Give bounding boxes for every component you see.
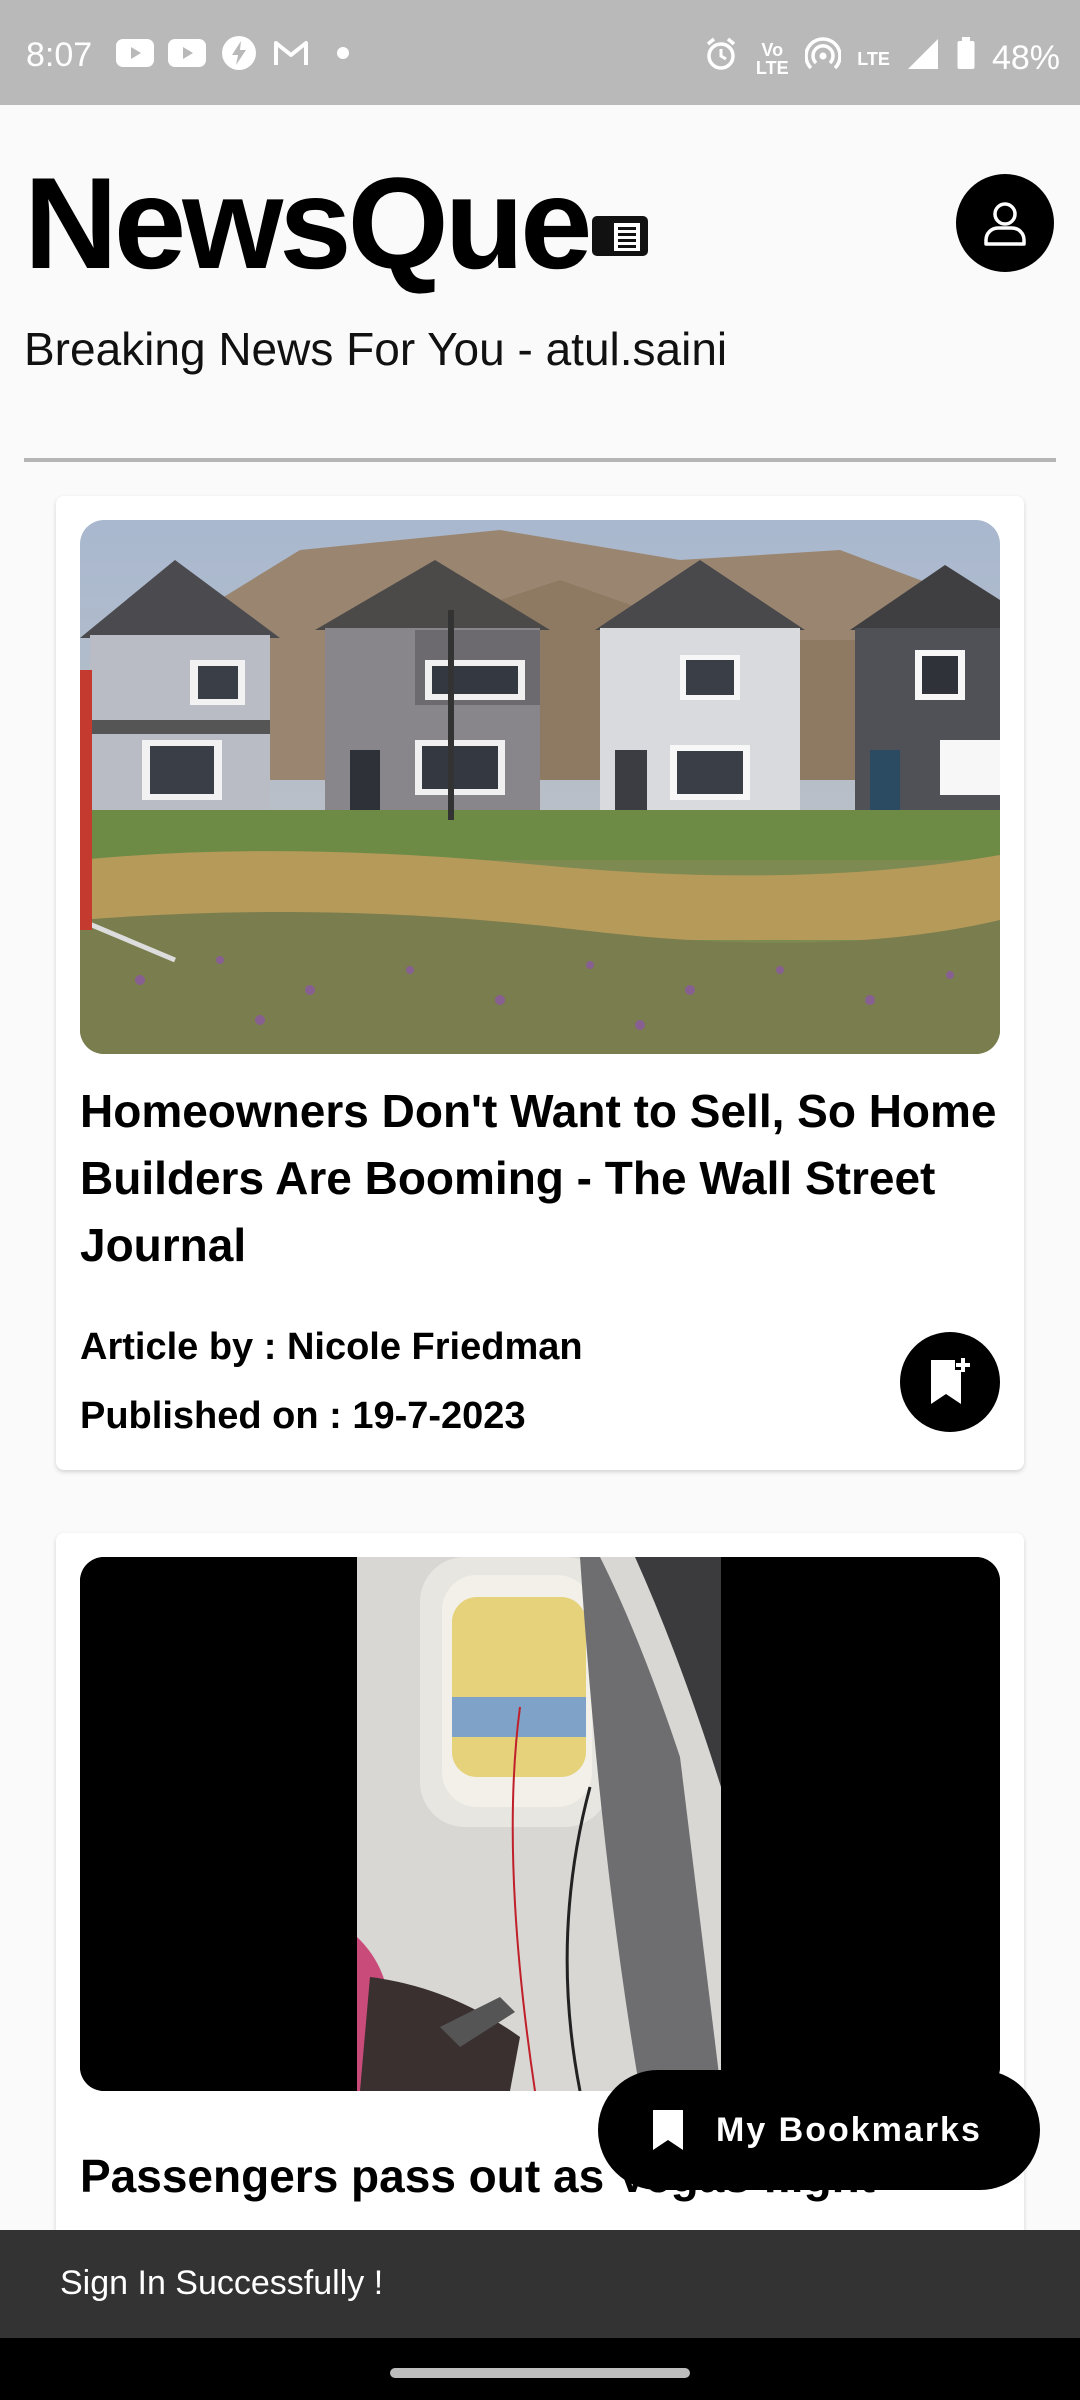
bookmark-icon (653, 2110, 683, 2150)
notification-icons (116, 36, 362, 70)
youtube-icon (116, 38, 154, 68)
status-time: 8:07 (26, 36, 93, 74)
add-bookmark-button[interactable] (900, 1332, 1000, 1432)
snackbar-message: Sign In Successfully ! (60, 2264, 384, 2302)
dot-icon (324, 38, 362, 68)
alarm-icon (703, 36, 739, 81)
person-icon (984, 202, 1026, 246)
snackbar: Sign In Successfully ! (0, 2230, 1080, 2338)
bookmark-add-icon (931, 1358, 970, 1404)
my-bookmarks-button[interactable]: My Bookmarks (598, 2070, 1040, 2190)
volte-icon: Vo LTE (755, 39, 789, 78)
app-brand: NewsQue (24, 148, 650, 298)
gmail-icon (272, 38, 310, 68)
my-bookmarks-label: My Bookmarks (716, 2110, 982, 2149)
page-subtitle: Breaking News For You - atul.saini (24, 323, 728, 375)
home-handle[interactable] (390, 2368, 690, 2378)
youtube-icon (168, 38, 206, 68)
article-title[interactable]: Homeowners Don't Want to Sell, So Home B… (80, 1078, 1000, 1279)
status-bar: 8:07 Vo LTE LTE 48% (0, 0, 1080, 105)
battery-level: 48% (991, 39, 1060, 77)
article-author: Article by : Nicole Friedman (80, 1326, 583, 1368)
article-card[interactable]: Homeowners Don't Want to Sell, So Home B… (56, 496, 1024, 1470)
newspaper-icon (592, 214, 650, 262)
bolt-icon (220, 36, 258, 70)
header-divider (24, 458, 1056, 462)
hotspot-icon (804, 36, 843, 81)
battery-icon (956, 37, 976, 80)
gesture-nav-bar (0, 2338, 1080, 2400)
article-date: Published on : 19-7-2023 (80, 1395, 526, 1437)
app-title: NewsQue (24, 150, 592, 296)
signal-icon (906, 37, 940, 80)
article-image (80, 1557, 1000, 2091)
article-image (80, 520, 1000, 1054)
lte-icon: LTE (857, 48, 890, 69)
system-icons: Vo LTE LTE 48% (703, 36, 1060, 81)
profile-button[interactable] (956, 174, 1054, 272)
